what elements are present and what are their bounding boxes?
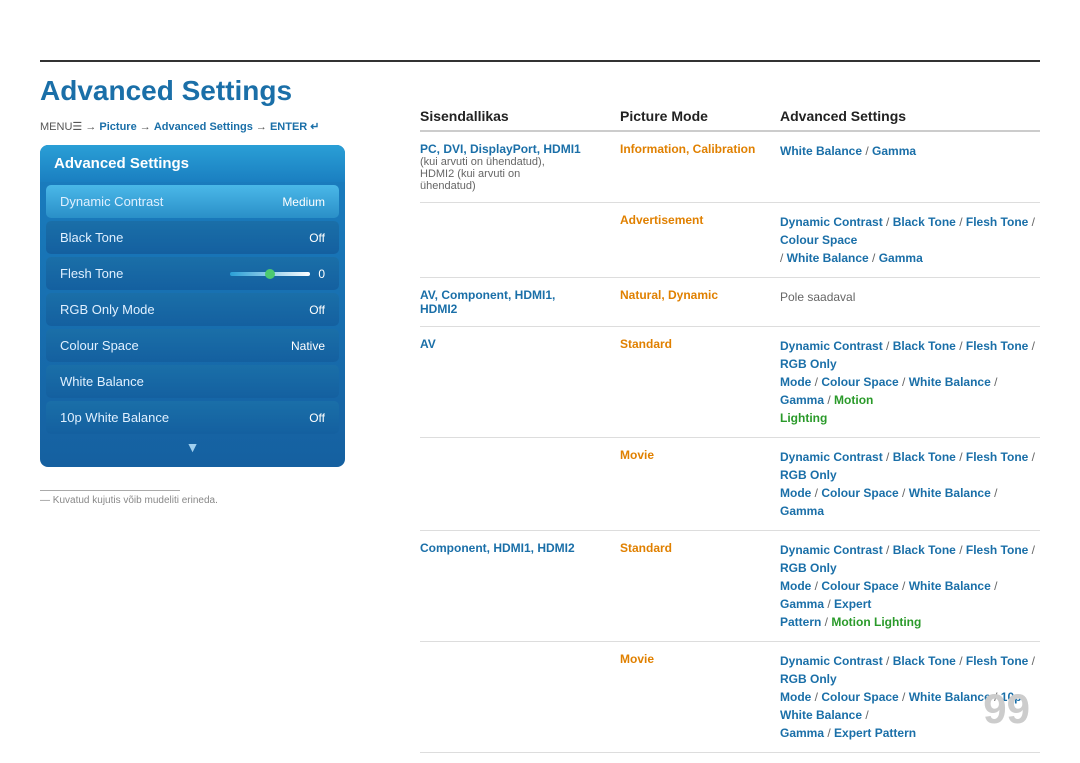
cell-mode-4: Standard bbox=[620, 337, 780, 351]
adv-gamma: Gamma bbox=[872, 144, 916, 158]
menu-item-value-rgb-only-mode: Off bbox=[309, 303, 325, 317]
top-divider bbox=[40, 60, 1040, 62]
menu-item-10p-white-balance[interactable]: 10p White Balance Off bbox=[46, 401, 339, 434]
cell-input-3: AV, Component, HDMI1,HDMI2 bbox=[420, 288, 620, 316]
menu-item-rgb-only-mode[interactable]: RGB Only Mode Off bbox=[46, 293, 339, 326]
menu-item-value-colour-space: Native bbox=[291, 339, 325, 353]
col-header-advanced: Advanced Settings bbox=[780, 108, 1040, 124]
menu-item-white-balance[interactable]: White Balance bbox=[46, 365, 339, 398]
breadcrumb-menu: MENU bbox=[40, 121, 72, 133]
cell-input-1: PC, DVI, DisplayPort, HDMI1 (kui arvuti … bbox=[420, 142, 620, 192]
adv-dc: Dynamic Contrast bbox=[780, 215, 883, 229]
menu-item-label-flesh-tone: Flesh Tone bbox=[60, 266, 123, 281]
menu-panel-title: Advanced Settings bbox=[40, 145, 345, 182]
breadcrumb-advanced: Advanced Settings bbox=[154, 121, 253, 133]
breadcrumb-enter: ENTER ↵ bbox=[270, 121, 320, 133]
menu-item-label-white-balance: White Balance bbox=[60, 374, 144, 389]
table-row: Advertisement Dynamic Contrast / Black T… bbox=[420, 203, 1040, 278]
cell-input-label-4: AV bbox=[420, 337, 436, 351]
cell-adv-1: White Balance / Gamma bbox=[780, 142, 1040, 160]
cell-mode-1: Information, Calibration bbox=[620, 142, 780, 156]
cell-adv-3: Pole saadaval bbox=[780, 288, 1040, 306]
menu-item-label-rgb-only-mode: RGB Only Mode bbox=[60, 302, 155, 317]
menu-item-label-black-tone: Black Tone bbox=[60, 230, 123, 245]
table-section: Sisendallikas Picture Mode Advanced Sett… bbox=[420, 100, 1040, 753]
table-header: Sisendallikas Picture Mode Advanced Sett… bbox=[420, 100, 1040, 132]
flesh-tone-slider: 0 bbox=[230, 267, 325, 281]
menu-item-dynamic-contrast[interactable]: Dynamic Contrast Medium bbox=[46, 185, 339, 218]
adv-wb: White Balance bbox=[780, 144, 862, 158]
col-header-picture-mode: Picture Mode bbox=[620, 108, 780, 124]
cell-mode-3: Natural, Dynamic bbox=[620, 288, 780, 302]
footnote-text: — Kuvatud kujutis võib mudeliti erineda. bbox=[40, 495, 218, 506]
cell-adv-4: Dynamic Contrast / Black Tone / Flesh To… bbox=[780, 337, 1040, 427]
table-row: AV Standard Dynamic Contrast / Black Ton… bbox=[420, 327, 1040, 438]
menu-item-colour-space[interactable]: Colour Space Native bbox=[46, 329, 339, 362]
footnote: — Kuvatud kujutis võib mudeliti erineda. bbox=[40, 490, 218, 506]
page-title: Advanced Settings bbox=[40, 75, 292, 107]
breadcrumb-menu-icon: ☰ bbox=[72, 121, 82, 133]
cell-mode-7: Movie bbox=[620, 652, 780, 666]
menu-panel: Advanced Settings Dynamic Contrast Mediu… bbox=[40, 145, 345, 467]
menu-scroll-arrow: ▼ bbox=[40, 437, 345, 459]
cell-adv-5: Dynamic Contrast / Black Tone / Flesh To… bbox=[780, 448, 1040, 520]
cell-input-label-6: Component, HDMI1, HDMI2 bbox=[420, 541, 575, 555]
footnote-line bbox=[40, 490, 180, 491]
table-row: Component, HDMI1, HDMI2 Standard Dynamic… bbox=[420, 531, 1040, 642]
table-row: Movie Dynamic Contrast / Black Tone / Fl… bbox=[420, 642, 1040, 753]
menu-item-value-black-tone: Off bbox=[309, 231, 325, 245]
menu-item-black-tone[interactable]: Black Tone Off bbox=[46, 221, 339, 254]
page-number: 99 bbox=[983, 685, 1030, 733]
col-header-sisendallikas: Sisendallikas bbox=[420, 108, 620, 124]
menu-item-label-10p-white-balance: 10p White Balance bbox=[60, 410, 169, 425]
cell-adv-2: Dynamic Contrast / Black Tone / Flesh To… bbox=[780, 213, 1040, 267]
menu-item-flesh-tone[interactable]: Flesh Tone 0 bbox=[46, 257, 339, 290]
cell-input-label-1: PC, DVI, DisplayPort, HDMI1 bbox=[420, 142, 581, 156]
cell-mode-6: Standard bbox=[620, 541, 780, 555]
cell-input-4: AV bbox=[420, 337, 620, 351]
slider-thumb bbox=[265, 269, 275, 279]
menu-item-label-colour-space: Colour Space bbox=[60, 338, 139, 353]
cell-input-sub-1: (kui arvuti on ühendatud),HDMI2 (kui arv… bbox=[420, 156, 610, 192]
menu-item-value-dynamic-contrast: Medium bbox=[282, 195, 325, 209]
cell-adv-6: Dynamic Contrast / Black Tone / Flesh To… bbox=[780, 541, 1040, 631]
cell-mode-5: Movie bbox=[620, 448, 780, 462]
table-row: PC, DVI, DisplayPort, HDMI1 (kui arvuti … bbox=[420, 132, 1040, 203]
slider-track bbox=[230, 272, 310, 276]
cell-mode-2: Advertisement bbox=[620, 213, 780, 227]
table-row: Movie Dynamic Contrast / Black Tone / Fl… bbox=[420, 438, 1040, 531]
menu-item-label-dynamic-contrast: Dynamic Contrast bbox=[60, 194, 163, 209]
menu-item-value-flesh-tone: 0 bbox=[318, 267, 325, 281]
menu-item-value-10p-white-balance: Off bbox=[309, 411, 325, 425]
cell-input-label-3: AV, Component, HDMI1,HDMI2 bbox=[420, 288, 555, 316]
cell-input-6: Component, HDMI1, HDMI2 bbox=[420, 541, 620, 555]
breadcrumb-picture: Picture bbox=[99, 121, 136, 133]
table-row: AV, Component, HDMI1,HDMI2 Natural, Dyna… bbox=[420, 278, 1040, 327]
breadcrumb: MENU☰ → Picture → Advanced Settings → EN… bbox=[40, 120, 320, 133]
